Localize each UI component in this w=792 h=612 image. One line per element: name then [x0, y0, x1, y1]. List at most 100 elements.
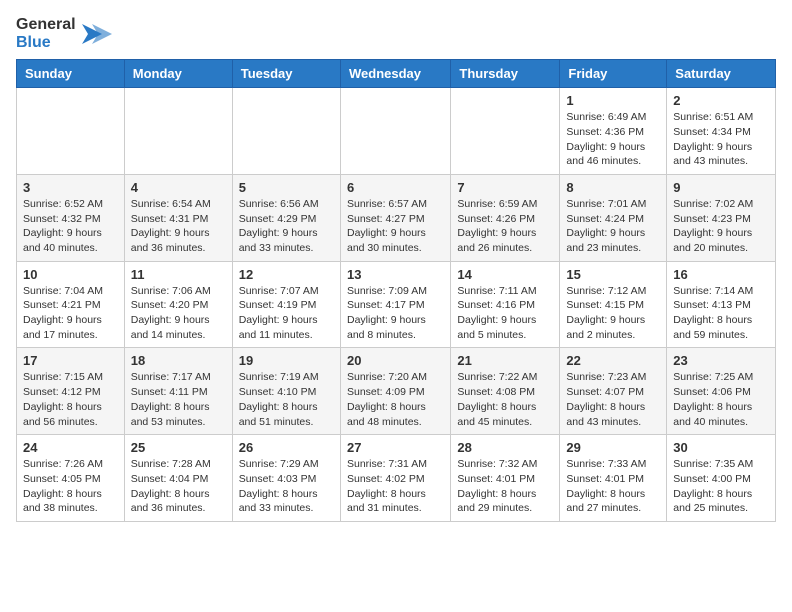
- calendar-cell: 26 Sunrise: 7:29 AM Sunset: 4:03 PM Dayli…: [232, 435, 340, 522]
- day-number: 1: [566, 93, 660, 108]
- day-info: Sunrise: 6:56 AM Sunset: 4:29 PM Dayligh…: [239, 197, 334, 256]
- weekday-header: Friday: [560, 60, 667, 88]
- logo-general: General: [16, 16, 76, 34]
- day-info: Sunrise: 7:09 AM Sunset: 4:17 PM Dayligh…: [347, 284, 444, 343]
- calendar-cell: 28Sunrise: 7:32 AM Sunset: 4:01 PM Dayli…: [451, 435, 560, 522]
- day-info: Sunrise: 7:25 AM Sunset: 4:06 PM Dayligh…: [673, 370, 769, 429]
- page-header: General Blue: [16, 16, 776, 51]
- day-info: Sunrise: 7:23 AM Sunset: 4:07 PM Dayligh…: [566, 370, 660, 429]
- calendar-header-row: SundayMondayTuesdayWednesdayThursdayFrid…: [17, 60, 776, 88]
- calendar-cell: 9Sunrise: 7:02 AM Sunset: 4:23 PM Daylig…: [667, 174, 776, 261]
- day-number: 29: [566, 440, 660, 455]
- calendar-cell: 1 Sunrise: 6:49 AM Sunset: 4:36 PM Daylig…: [560, 88, 667, 175]
- day-info: Sunrise: 7:26 AM Sunset: 4:05 PM Dayligh…: [23, 457, 118, 516]
- day-number: 4: [131, 180, 226, 195]
- day-info: Sunrise: 7:32 AM Sunset: 4:01 PM Dayligh…: [457, 457, 553, 516]
- day-info: Sunrise: 6:54 AM Sunset: 4:31 PM Dayligh…: [131, 197, 226, 256]
- calendar-cell: 3 Sunrise: 6:52 AM Sunset: 4:32 PM Daylig…: [17, 174, 125, 261]
- day-info: Sunrise: 7:28 AM Sunset: 4:04 PM Dayligh…: [131, 457, 226, 516]
- calendar-cell: [451, 88, 560, 175]
- calendar-cell: [340, 88, 450, 175]
- day-info: Sunrise: 7:31 AM Sunset: 4:02 PM Dayligh…: [347, 457, 444, 516]
- logo: General Blue: [16, 16, 112, 51]
- day-number: 9: [673, 180, 769, 195]
- day-number: 19: [239, 353, 334, 368]
- day-number: 25: [131, 440, 226, 455]
- day-number: 16: [673, 267, 769, 282]
- calendar-cell: 15 Sunrise: 7:12 AM Sunset: 4:15 PM Dayli…: [560, 261, 667, 348]
- calendar-cell: 6 Sunrise: 6:57 AM Sunset: 4:27 PM Daylig…: [340, 174, 450, 261]
- calendar-week-row: 10 Sunrise: 7:04 AM Sunset: 4:21 PM Dayli…: [17, 261, 776, 348]
- day-number: 5: [239, 180, 334, 195]
- logo-arrow-icon: [82, 20, 112, 48]
- calendar-cell: 20Sunrise: 7:20 AM Sunset: 4:09 PM Dayli…: [340, 348, 450, 435]
- calendar-cell: 7Sunrise: 6:59 AM Sunset: 4:26 PM Daylig…: [451, 174, 560, 261]
- calendar-cell: 30 Sunrise: 7:35 AM Sunset: 4:00 PM Dayli…: [667, 435, 776, 522]
- calendar-cell: [232, 88, 340, 175]
- calendar-cell: 12Sunrise: 7:07 AM Sunset: 4:19 PM Dayli…: [232, 261, 340, 348]
- day-number: 17: [23, 353, 118, 368]
- weekday-header: Saturday: [667, 60, 776, 88]
- day-number: 18: [131, 353, 226, 368]
- calendar-cell: 21 Sunrise: 7:22 AM Sunset: 4:08 PM Dayli…: [451, 348, 560, 435]
- calendar-cell: 18 Sunrise: 7:17 AM Sunset: 4:11 PM Dayli…: [124, 348, 232, 435]
- calendar-cell: 11 Sunrise: 7:06 AM Sunset: 4:20 PM Dayli…: [124, 261, 232, 348]
- calendar-table: SundayMondayTuesdayWednesdayThursdayFrid…: [16, 59, 776, 522]
- day-info: Sunrise: 7:11 AM Sunset: 4:16 PM Dayligh…: [457, 284, 553, 343]
- calendar-cell: 10 Sunrise: 7:04 AM Sunset: 4:21 PM Dayli…: [17, 261, 125, 348]
- day-info: Sunrise: 7:04 AM Sunset: 4:21 PM Dayligh…: [23, 284, 118, 343]
- day-info: Sunrise: 6:57 AM Sunset: 4:27 PM Dayligh…: [347, 197, 444, 256]
- day-info: Sunrise: 7:17 AM Sunset: 4:11 PM Dayligh…: [131, 370, 226, 429]
- day-number: 10: [23, 267, 118, 282]
- day-number: 22: [566, 353, 660, 368]
- day-number: 14: [457, 267, 553, 282]
- weekday-header: Thursday: [451, 60, 560, 88]
- day-number: 11: [131, 267, 226, 282]
- weekday-header: Monday: [124, 60, 232, 88]
- day-info: Sunrise: 7:12 AM Sunset: 4:15 PM Dayligh…: [566, 284, 660, 343]
- day-info: Sunrise: 7:06 AM Sunset: 4:20 PM Dayligh…: [131, 284, 226, 343]
- day-number: 24: [23, 440, 118, 455]
- calendar-cell: [17, 88, 125, 175]
- calendar-cell: 14 Sunrise: 7:11 AM Sunset: 4:16 PM Dayli…: [451, 261, 560, 348]
- calendar-cell: 29 Sunrise: 7:33 AM Sunset: 4:01 PM Dayli…: [560, 435, 667, 522]
- day-number: 13: [347, 267, 444, 282]
- day-info: Sunrise: 7:01 AM Sunset: 4:24 PM Dayligh…: [566, 197, 660, 256]
- day-number: 23: [673, 353, 769, 368]
- day-number: 3: [23, 180, 118, 195]
- calendar-week-row: 17 Sunrise: 7:15 AM Sunset: 4:12 PM Dayli…: [17, 348, 776, 435]
- day-number: 8: [566, 180, 660, 195]
- day-number: 6: [347, 180, 444, 195]
- weekday-header: Tuesday: [232, 60, 340, 88]
- calendar-cell: 23 Sunrise: 7:25 AM Sunset: 4:06 PM Dayli…: [667, 348, 776, 435]
- day-number: 26: [239, 440, 334, 455]
- logo-blue: Blue: [16, 34, 76, 52]
- day-number: 2: [673, 93, 769, 108]
- calendar-cell: 24 Sunrise: 7:26 AM Sunset: 4:05 PM Dayli…: [17, 435, 125, 522]
- calendar-cell: 16Sunrise: 7:14 AM Sunset: 4:13 PM Dayli…: [667, 261, 776, 348]
- day-info: Sunrise: 7:33 AM Sunset: 4:01 PM Dayligh…: [566, 457, 660, 516]
- day-info: Sunrise: 7:20 AM Sunset: 4:09 PM Dayligh…: [347, 370, 444, 429]
- day-info: Sunrise: 6:49 AM Sunset: 4:36 PM Dayligh…: [566, 110, 660, 169]
- calendar-week-row: 24 Sunrise: 7:26 AM Sunset: 4:05 PM Dayli…: [17, 435, 776, 522]
- day-info: Sunrise: 7:22 AM Sunset: 4:08 PM Dayligh…: [457, 370, 553, 429]
- calendar-cell: [124, 88, 232, 175]
- calendar-cell: 27 Sunrise: 7:31 AM Sunset: 4:02 PM Dayli…: [340, 435, 450, 522]
- weekday-header: Wednesday: [340, 60, 450, 88]
- calendar-cell: 2 Sunrise: 6:51 AM Sunset: 4:34 PM Daylig…: [667, 88, 776, 175]
- weekday-header: Sunday: [17, 60, 125, 88]
- day-info: Sunrise: 7:35 AM Sunset: 4:00 PM Dayligh…: [673, 457, 769, 516]
- calendar-week-row: 1 Sunrise: 6:49 AM Sunset: 4:36 PM Daylig…: [17, 88, 776, 175]
- day-number: 30: [673, 440, 769, 455]
- calendar-week-row: 3 Sunrise: 6:52 AM Sunset: 4:32 PM Daylig…: [17, 174, 776, 261]
- calendar-cell: 5 Sunrise: 6:56 AM Sunset: 4:29 PM Daylig…: [232, 174, 340, 261]
- day-info: Sunrise: 7:29 AM Sunset: 4:03 PM Dayligh…: [239, 457, 334, 516]
- day-number: 15: [566, 267, 660, 282]
- day-info: Sunrise: 6:52 AM Sunset: 4:32 PM Dayligh…: [23, 197, 118, 256]
- day-info: Sunrise: 6:59 AM Sunset: 4:26 PM Dayligh…: [457, 197, 553, 256]
- day-info: Sunrise: 7:15 AM Sunset: 4:12 PM Dayligh…: [23, 370, 118, 429]
- calendar-cell: 19Sunrise: 7:19 AM Sunset: 4:10 PM Dayli…: [232, 348, 340, 435]
- day-number: 21: [457, 353, 553, 368]
- day-info: Sunrise: 6:51 AM Sunset: 4:34 PM Dayligh…: [673, 110, 769, 169]
- day-number: 27: [347, 440, 444, 455]
